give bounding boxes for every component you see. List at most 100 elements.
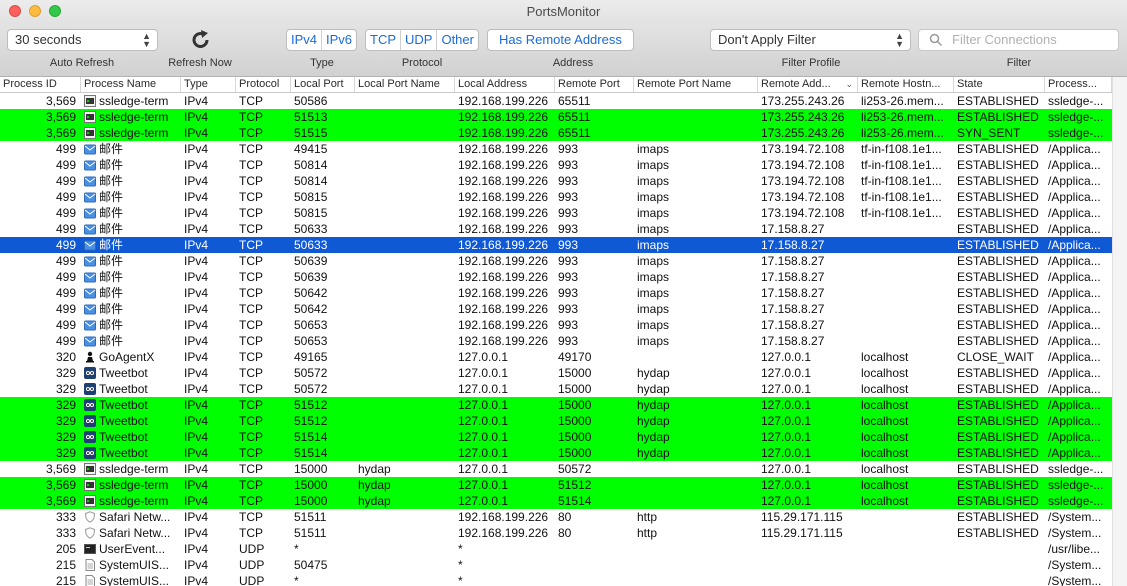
table-row[interactable]: 499 邮件 IPv4 TCP 50815 192.168.199.226 993 imaps… xyxy=(0,205,1112,221)
mail-icon xyxy=(84,335,96,347)
refresh-now-button[interactable] xyxy=(187,28,215,52)
column-header-state[interactable]: State xyxy=(954,77,1045,92)
table-row[interactable]: 329 Tweetbot IPv4 TCP 51512 127.0.0.1 15000 hyd… xyxy=(0,397,1112,413)
cell-process-path: /usr/libe... xyxy=(1048,542,1101,556)
column-header-type[interactable]: Type xyxy=(181,77,236,92)
toolbar: 30 seconds ▲ ▼ Auto Refresh Refresh Now I… xyxy=(0,24,1127,77)
table-row[interactable]: 499 邮件 IPv4 TCP 50814 192.168.199.226 993 imaps… xyxy=(0,173,1112,189)
cell-type: IPv4 xyxy=(184,190,209,204)
table-row[interactable]: 329 Tweetbot IPv4 TCP 51514 127.0.0.1 15000 hyd… xyxy=(0,429,1112,445)
has-remote-address-toggle[interactable]: Has Remote Address xyxy=(488,30,633,50)
type-ipv6-toggle[interactable]: IPv6 xyxy=(322,30,356,50)
cell-protocol: TCP xyxy=(239,158,263,172)
mail-icon xyxy=(84,223,96,235)
table-row[interactable]: 215 SystemUIS... IPv4 UDP * * /System... xyxy=(0,573,1112,586)
table-row[interactable]: 205 UserEvent... IPv4 UDP * * /usr/libe... xyxy=(0,541,1112,557)
column-header-remote-port[interactable]: Remote Port xyxy=(555,77,634,92)
table-row[interactable]: 320 GoAgentX IPv4 TCP 49165 127.0.0.1 49170 127… xyxy=(0,349,1112,365)
cell-remote-port: 993 xyxy=(558,302,579,316)
column-header-local-port[interactable]: Local Port xyxy=(291,77,355,92)
cell-process-path: /Applica... xyxy=(1048,254,1101,268)
table-row[interactable]: 499 邮件 IPv4 TCP 50653 192.168.199.226 993 imaps… xyxy=(0,333,1112,349)
zoom-window-button[interactable] xyxy=(49,5,61,17)
table-row[interactable]: 3,569 ssledge-term IPv4 TCP 51513 192.168.199… xyxy=(0,109,1112,125)
cell-remote-hostname xyxy=(858,285,954,301)
cell-remote-address: 17.158.8.27 xyxy=(761,270,825,284)
column-header-process-name[interactable]: Process Name xyxy=(81,77,181,92)
table-row[interactable]: 499 邮件 IPv4 TCP 50642 192.168.199.226 993 imaps… xyxy=(0,301,1112,317)
column-header-remote-address[interactable]: Remote Add... ⌄ xyxy=(758,77,858,92)
document-icon xyxy=(84,575,96,586)
column-header-local-port-name[interactable]: Local Port Name xyxy=(355,77,455,92)
filter-connections-input[interactable]: Filter Connections xyxy=(918,29,1119,51)
column-header-remote-hostname[interactable]: Remote Hostn... xyxy=(858,77,954,92)
table-row[interactable]: 499 邮件 IPv4 TCP 50814 192.168.199.226 993 imaps… xyxy=(0,157,1112,173)
table-row[interactable]: 3,569 ssledge-term IPv4 TCP 15000 hydap 127.0.… xyxy=(0,461,1112,477)
close-window-button[interactable] xyxy=(9,5,21,17)
cell-state: ESTABLISHED xyxy=(957,222,1039,236)
table-row[interactable]: 499 邮件 IPv4 TCP 50639 192.168.199.226 993 imaps… xyxy=(0,269,1112,285)
table-row[interactable]: 329 Tweetbot IPv4 TCP 50572 127.0.0.1 15000 hyd… xyxy=(0,365,1112,381)
cell-remote-port-name xyxy=(634,461,758,477)
cell-local-port-name xyxy=(355,157,455,173)
protocol-other-toggle[interactable]: Other xyxy=(437,30,478,50)
table-row[interactable]: 499 邮件 IPv4 TCP 50633 192.168.199.226 993 imaps… xyxy=(0,237,1112,253)
table-row[interactable]: 499 邮件 IPv4 TCP 50642 192.168.199.226 993 imaps… xyxy=(0,285,1112,301)
cell-remote-port: 993 xyxy=(558,222,579,236)
column-header-protocol[interactable]: Protocol xyxy=(236,77,291,92)
table-row[interactable]: 499 邮件 IPv4 TCP 50639 192.168.199.226 993 imaps… xyxy=(0,253,1112,269)
protocol-tcp-toggle[interactable]: TCP xyxy=(366,30,401,50)
table-row[interactable]: 329 Tweetbot IPv4 TCP 51512 127.0.0.1 15000 hyd… xyxy=(0,413,1112,429)
column-header-process-id[interactable]: Process ID xyxy=(0,77,81,92)
column-header-remote-port-name[interactable]: Remote Port Name xyxy=(634,77,758,92)
table-row[interactable]: 499 邮件 IPv4 TCP 50633 192.168.199.226 993 imaps… xyxy=(0,221,1112,237)
cell-local-port-name xyxy=(355,269,455,285)
table-row[interactable]: 333 Safari Netw... IPv4 TCP 51511 192.168.199… xyxy=(0,509,1112,525)
cell-remote-address: 127.0.0.1 xyxy=(761,462,812,476)
cell-remote-port-name xyxy=(634,109,758,125)
type-ipv4-toggle[interactable]: IPv4 xyxy=(287,30,323,50)
process-name-text: 邮件 xyxy=(99,238,124,252)
table-row[interactable]: 3,569 ssledge-term IPv4 TCP 15000 hydap 127.0.… xyxy=(0,493,1112,509)
cell-process-path: ssledge-... xyxy=(1048,462,1104,476)
cell-remote-port: 993 xyxy=(558,174,579,188)
cell-process-id: 499 xyxy=(55,286,76,300)
auto-refresh-popup[interactable]: 30 seconds ▲ ▼ xyxy=(7,29,158,51)
cell-process-id: 215 xyxy=(55,574,76,586)
cell-remote-hostname: localhost xyxy=(861,462,909,476)
cell-process-id: 499 xyxy=(55,334,76,348)
refresh-now-label: Refresh Now xyxy=(168,57,232,69)
cell-type: IPv4 xyxy=(184,126,209,140)
cell-local-port-name xyxy=(355,317,455,333)
cell-local-port-name xyxy=(355,205,455,221)
cell-local-address: * xyxy=(458,558,463,572)
filter-profile-popup[interactable]: Don't Apply Filter ▲ ▼ xyxy=(710,29,911,51)
vertical-scrollbar[interactable] xyxy=(1112,77,1127,586)
protocol-udp-toggle[interactable]: UDP xyxy=(401,30,438,50)
cell-remote-hostname: tf-in-f108.1e1... xyxy=(861,174,942,188)
column-header-local-address[interactable]: Local Address xyxy=(455,77,555,92)
cell-local-port-name xyxy=(355,141,455,157)
minimize-window-button[interactable] xyxy=(29,5,41,17)
table-row[interactable]: 329 Tweetbot IPv4 TCP 51514 127.0.0.1 15000 hyd… xyxy=(0,445,1112,461)
process-name-text: 邮件 xyxy=(99,142,124,156)
table-row[interactable]: 499 邮件 IPv4 TCP 49415 192.168.199.226 993 imaps… xyxy=(0,141,1112,157)
process-name-text: 邮件 xyxy=(99,206,124,220)
cell-process-path: /Applica... xyxy=(1048,302,1101,316)
cell-local-address: 192.168.199.226 xyxy=(458,158,549,172)
table-row[interactable]: 333 Safari Netw... IPv4 TCP 51511 192.168.199… xyxy=(0,525,1112,541)
cell-remote-address: 173.194.72.108 xyxy=(761,158,845,172)
cell-protocol: TCP xyxy=(239,478,263,492)
table-row[interactable]: 3,569 ssledge-term IPv4 TCP 50586 192.168.199… xyxy=(0,93,1112,109)
cell-remote-port: 15000 xyxy=(558,430,592,444)
cell-local-port: 50633 xyxy=(294,222,328,236)
table-row[interactable]: 3,569 ssledge-term IPv4 TCP 15000 hydap 127.0.… xyxy=(0,477,1112,493)
column-header-process-path[interactable]: Process... xyxy=(1045,77,1112,92)
table-row[interactable]: 3,569 ssledge-term IPv4 TCP 51515 192.168.199… xyxy=(0,125,1112,141)
table-row[interactable]: 329 Tweetbot IPv4 TCP 50572 127.0.0.1 15000 hyd… xyxy=(0,381,1112,397)
table-row[interactable]: 499 邮件 IPv4 TCP 50653 192.168.199.226 993 imaps… xyxy=(0,317,1112,333)
cell-protocol: TCP xyxy=(239,414,263,428)
cell-remote-port-name: imaps xyxy=(637,206,670,220)
table-row[interactable]: 499 邮件 IPv4 TCP 50815 192.168.199.226 993 imaps… xyxy=(0,189,1112,205)
table-row[interactable]: 215 SystemUIS... IPv4 UDP 50475 * /System... xyxy=(0,557,1112,573)
